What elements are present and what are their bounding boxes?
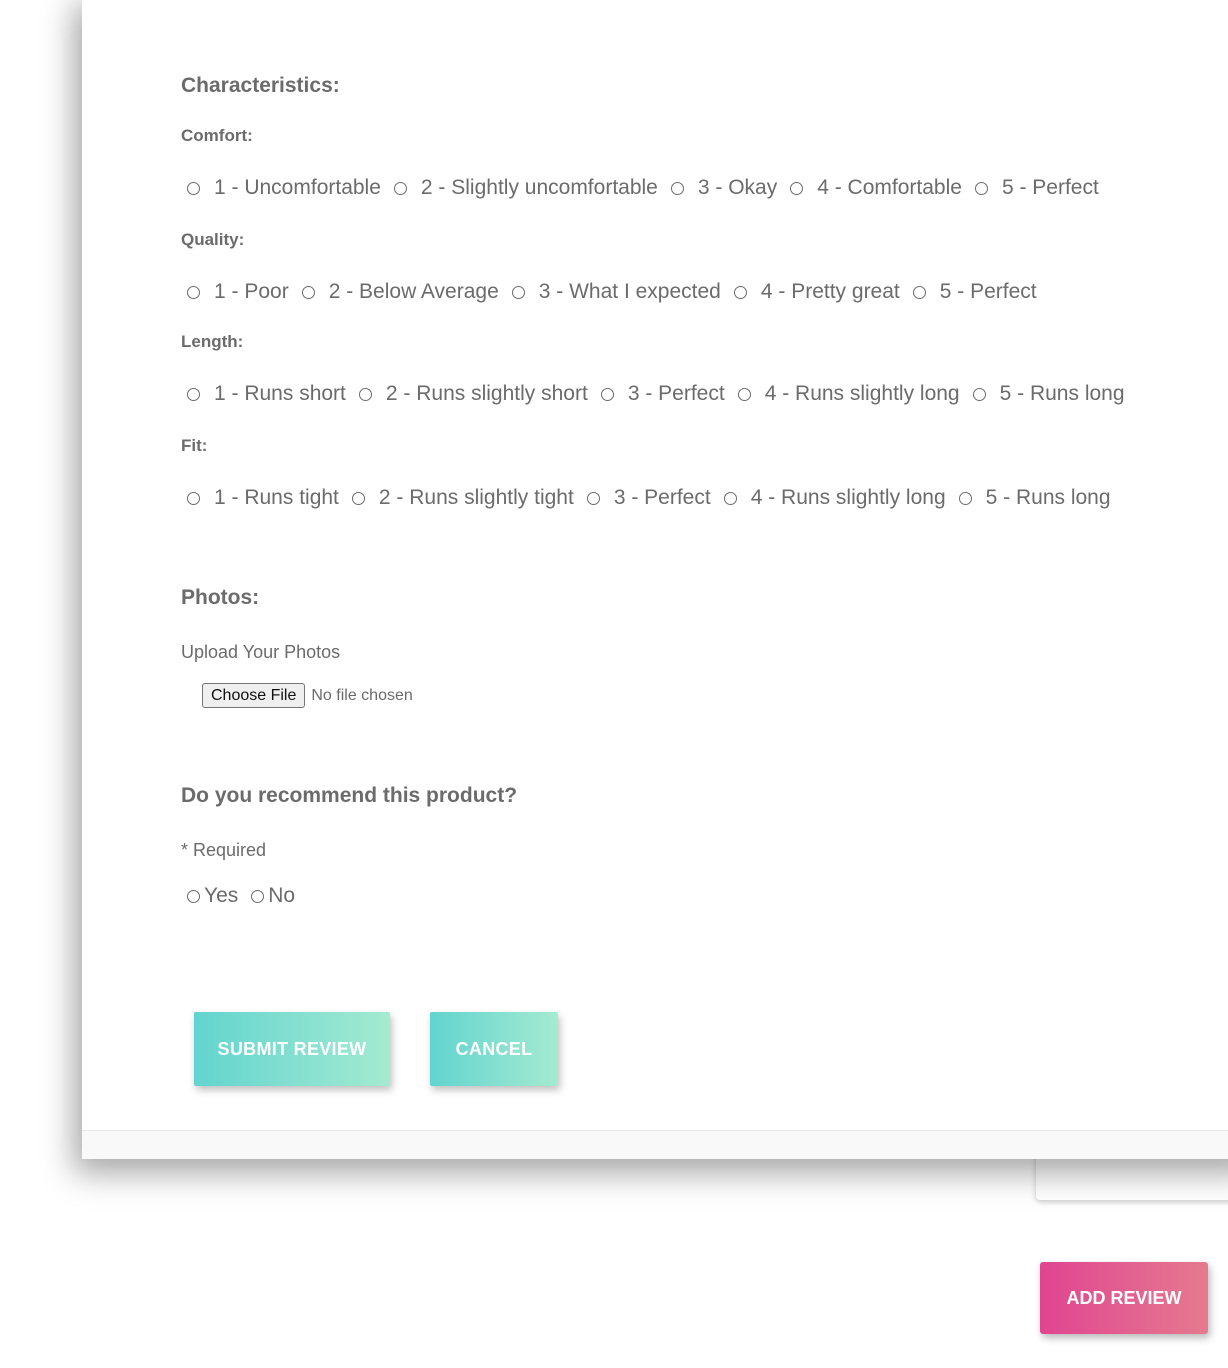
radio-circle-icon[interactable]	[974, 181, 988, 195]
recommend-no-option[interactable]: No	[251, 884, 295, 908]
length-label: Length:	[181, 332, 244, 351]
file-input: Choose File No file chosen	[202, 683, 413, 708]
radio-circle-icon[interactable]	[511, 285, 525, 299]
comfort-option-3[interactable]: 3 - Okay	[670, 176, 777, 200]
radio-circle-icon[interactable]	[358, 387, 372, 401]
upload-photos-label: Upload Your Photos	[181, 642, 341, 662]
page: Characteristics: Comfort: 1 - Uncomforta…	[0, 0, 1228, 1368]
length-option-5[interactable]: 5 - Runs long	[972, 382, 1125, 406]
add-review-button[interactable]: ADD REVIEW	[1040, 1262, 1208, 1334]
review-modal: Characteristics: Comfort: 1 - Uncomforta…	[82, 0, 1228, 1159]
quality-label: Quality:	[181, 230, 245, 249]
length-option-2[interactable]: 2 - Runs slightly short	[358, 382, 588, 406]
recommend-radio-group: Yes No	[187, 884, 308, 908]
quality-option-1[interactable]: 1 - Poor	[187, 280, 289, 304]
recommend-heading: Do you recommend this product?	[181, 784, 518, 807]
fit-label: Fit:	[181, 436, 208, 455]
characteristics-heading: Characteristics:	[181, 74, 340, 97]
comfort-option-2[interactable]: 2 - Slightly uncomfortable	[393, 176, 658, 200]
radio-circle-icon[interactable]	[723, 491, 737, 505]
radio-circle-icon[interactable]	[187, 387, 200, 401]
radio-circle-icon[interactable]	[251, 889, 265, 903]
comfort-option-4[interactable]: 4 - Comfortable	[790, 176, 962, 200]
radio-circle-icon[interactable]	[187, 491, 200, 505]
fit-option-2[interactable]: 2 - Runs slightly tight	[351, 486, 574, 510]
radio-circle-icon[interactable]	[393, 181, 407, 195]
photos-heading: Photos:	[181, 586, 260, 609]
quality-option-5[interactable]: 5 - Perfect	[912, 280, 1037, 304]
choose-file-button[interactable]: Choose File	[202, 683, 306, 708]
radio-circle-icon[interactable]	[187, 889, 200, 903]
radio-circle-icon[interactable]	[733, 285, 747, 299]
submit-review-button[interactable]: SUBMIT REVIEW	[194, 1012, 390, 1086]
radio-circle-icon[interactable]	[600, 387, 614, 401]
quality-option-2[interactable]: 2 - Below Average	[301, 280, 499, 304]
fit-option-5[interactable]: 5 - Runs long	[958, 486, 1111, 510]
radio-circle-icon[interactable]	[912, 285, 926, 299]
comfort-option-1[interactable]: 1 - Uncomfortable	[187, 176, 381, 200]
recommend-yes-option[interactable]: Yes	[187, 884, 238, 908]
length-radio-group: 1 - Runs short 2 - Runs slightly short 3…	[187, 382, 1138, 406]
radio-circle-icon[interactable]	[187, 181, 200, 195]
required-note: * Required	[181, 840, 267, 860]
cancel-button[interactable]: CANCEL	[430, 1012, 558, 1086]
length-option-4[interactable]: 4 - Runs slightly long	[737, 382, 960, 406]
radio-circle-icon[interactable]	[187, 285, 200, 299]
radio-circle-icon[interactable]	[301, 285, 315, 299]
fit-option-3[interactable]: 3 - Perfect	[586, 486, 711, 510]
radio-circle-icon[interactable]	[958, 491, 972, 505]
modal-footer	[82, 1130, 1228, 1159]
radio-circle-icon[interactable]	[972, 387, 986, 401]
comfort-option-5[interactable]: 5 - Perfect	[974, 176, 1099, 200]
radio-circle-icon[interactable]	[790, 181, 804, 195]
comfort-radio-group: 1 - Uncomfortable 2 - Slightly uncomfort…	[187, 176, 1112, 200]
fit-option-4[interactable]: 4 - Runs slightly long	[723, 486, 946, 510]
quality-radio-group: 1 - Poor 2 - Below Average 3 - What I ex…	[187, 280, 1050, 304]
radio-circle-icon[interactable]	[586, 491, 600, 505]
quality-option-4[interactable]: 4 - Pretty great	[733, 280, 900, 304]
radio-circle-icon[interactable]	[351, 491, 365, 505]
length-option-1[interactable]: 1 - Runs short	[187, 382, 346, 406]
fit-radio-group: 1 - Runs tight 2 - Runs slightly tight 3…	[187, 486, 1124, 510]
radio-circle-icon[interactable]	[737, 387, 751, 401]
fit-option-1[interactable]: 1 - Runs tight	[187, 486, 339, 510]
length-option-3[interactable]: 3 - Perfect	[600, 382, 725, 406]
quality-option-3[interactable]: 3 - What I expected	[511, 280, 721, 304]
file-status-text: No file chosen	[311, 686, 413, 704]
radio-circle-icon[interactable]	[670, 181, 684, 195]
comfort-label: Comfort:	[181, 126, 253, 145]
